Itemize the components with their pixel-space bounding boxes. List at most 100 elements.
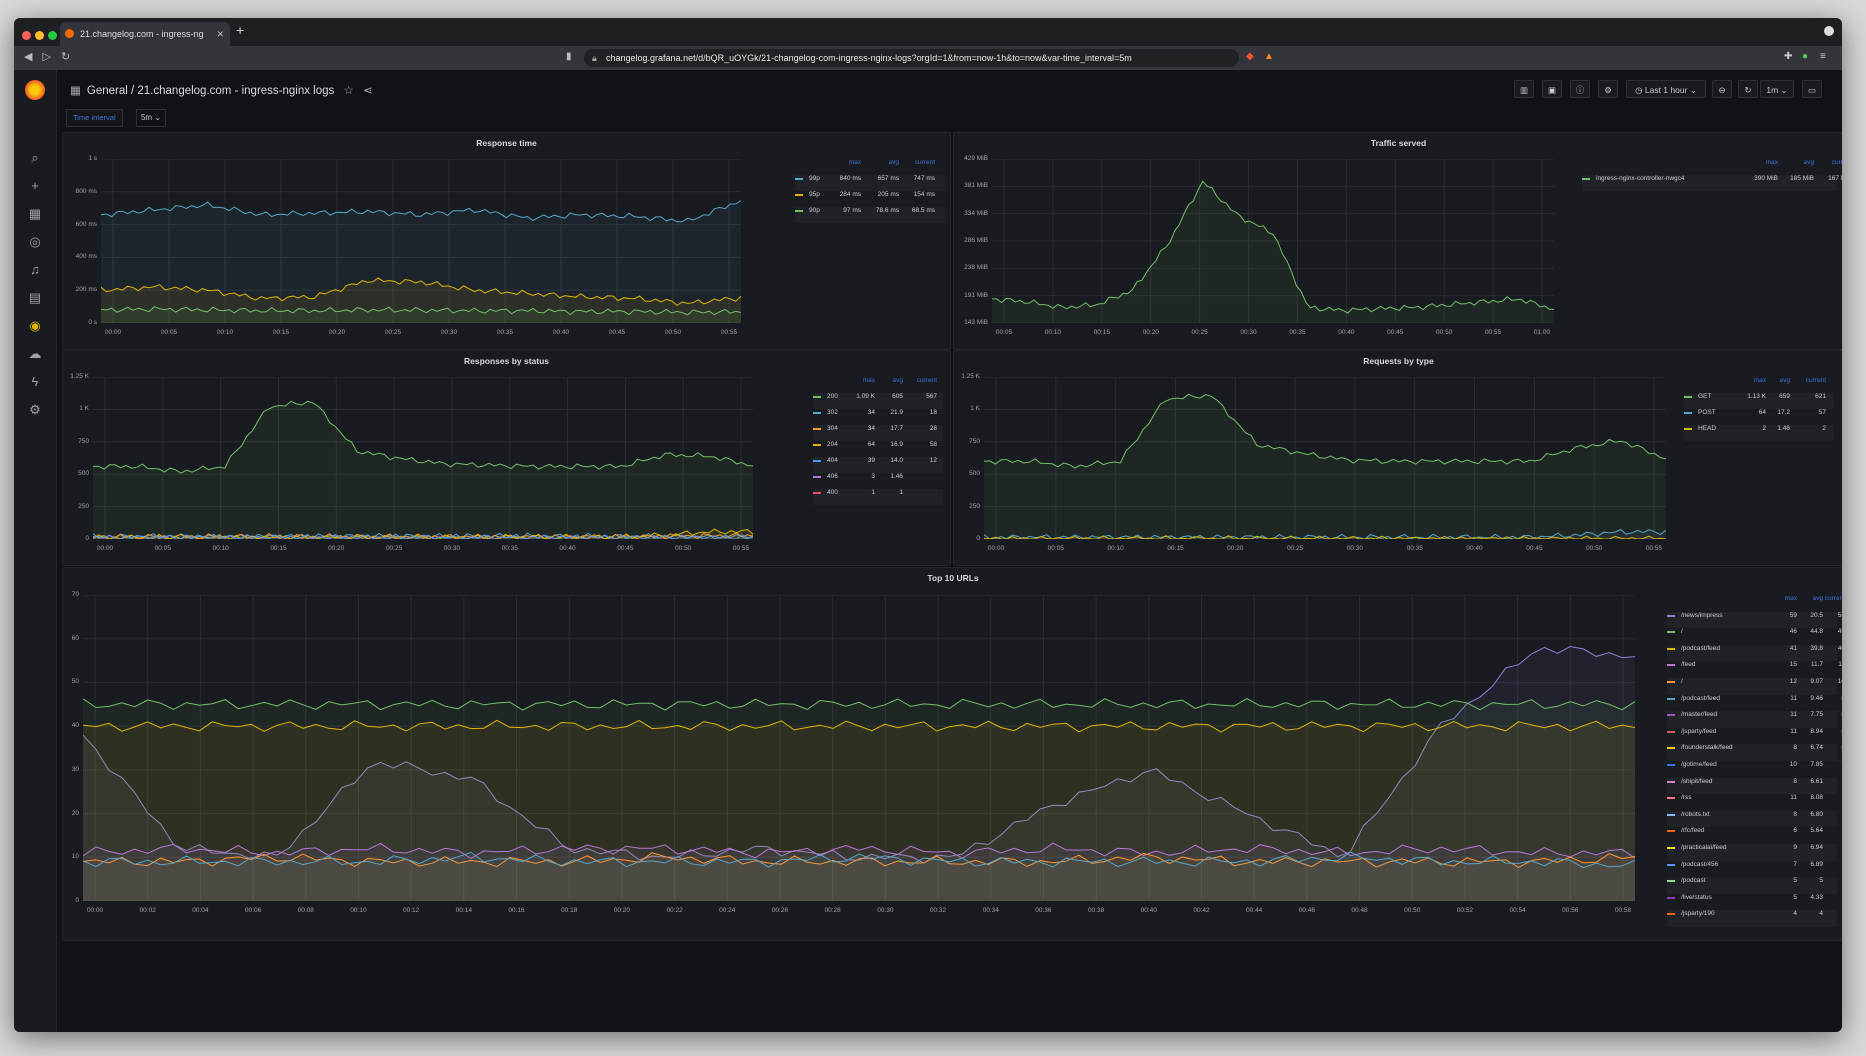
legend-row[interactable]: /robots.txt 8 6.80 — [1667, 810, 1837, 828]
legend-row[interactable]: /news/impress5920.556 — [1667, 611, 1842, 629]
legend-row[interactable]: /founderstalk/feed86.748 — [1667, 744, 1842, 761]
legend-row[interactable]: 404 39 14.0 12 — [813, 457, 943, 473]
legend-row[interactable]: /master/feed117.758 — [1667, 711, 1842, 728]
legend-row[interactable]: /live/status 5 4.33 — [1667, 894, 1837, 911]
share-icon[interactable]: ⋖ — [363, 85, 373, 97]
legend-header-current[interactable]: current — [1805, 595, 1842, 602]
time-picker[interactable]: ◷ Last 1 hour ⌄ — [1626, 80, 1706, 98]
legend-row[interactable]: 406 3 1.46 — [813, 473, 943, 489]
legend-row[interactable]: /podcast 5 5 — [1667, 877, 1837, 894]
refresh-interval-picker[interactable]: 1m ⌄ — [1760, 80, 1794, 98]
back-icon[interactable]: ◀ — [24, 51, 42, 63]
settings-gear-icon[interactable]: ⚙ — [27, 402, 43, 418]
close-tab-icon[interactable]: ✕ — [216, 22, 224, 46]
close-window-button[interactable] — [22, 31, 31, 40]
legend-series-name[interactable]: /live/status — [1681, 894, 1712, 901]
add-panel-icon[interactable]: ▥ — [1514, 80, 1534, 98]
legend-row[interactable]: HEAD 2 1.46 2 — [1684, 425, 1834, 441]
legend-header-avg[interactable]: avg — [859, 159, 899, 166]
legend-row[interactable]: /jsparty/feed118.948 — [1667, 728, 1842, 745]
browser-tab[interactable]: 21.changelog.com - ingress-ng ✕ — [60, 22, 230, 46]
legend-series-name[interactable]: /founderstalk/feed — [1681, 744, 1733, 751]
legend-row[interactable]: 95p 284 ms 205 ms 154 ms — [795, 191, 945, 207]
legend-series-name[interactable]: ingress-nginx-controller-nwgc4 — [1596, 175, 1685, 182]
bookmark-icon[interactable]: ▮ — [566, 51, 572, 62]
panel-title[interactable]: Requests by type — [954, 356, 1842, 366]
legend-row[interactable]: /podcast/456 7 6.89 — [1667, 861, 1837, 878]
alerting-icon[interactable]: ♫ — [27, 262, 43, 278]
legend-header-avg[interactable]: avg — [1774, 159, 1814, 166]
maximize-window-button[interactable] — [48, 31, 57, 40]
plot-area[interactable] — [101, 159, 741, 323]
legend-row[interactable]: 90p 97 ms 78.6 ms 68.5 ms — [795, 207, 945, 223]
forward-icon[interactable]: ▷ — [42, 51, 60, 63]
browser-menu-icon[interactable]: ≡ — [1820, 51, 1826, 62]
legend-row[interactable]: /4644.845 — [1667, 628, 1842, 645]
legend-row[interactable]: 400 1 1 — [813, 489, 943, 505]
legend-series-name[interactable]: /gotime/feed — [1681, 761, 1717, 768]
legend-row[interactable]: /feed1511.711 — [1667, 661, 1842, 678]
reports-icon[interactable]: ▤ — [27, 290, 43, 306]
plot-area[interactable] — [984, 377, 1666, 539]
lightning-icon[interactable]: ϟ — [27, 374, 43, 390]
legend-series-name[interactable]: GET — [1698, 393, 1711, 400]
legend-series-name[interactable]: /shipit/feed — [1681, 778, 1712, 785]
legend-row[interactable]: /podcast/feed119.468 — [1667, 695, 1842, 712]
legend-row[interactable]: /podcast/feed4139.840 — [1667, 644, 1842, 662]
create-icon[interactable]: + — [27, 178, 43, 194]
refresh-icon[interactable]: ↻ — [1738, 80, 1758, 98]
legend-row[interactable]: 99p 840 ms 657 ms 747 ms — [795, 175, 945, 191]
panel-title[interactable]: Traffic served — [954, 138, 1842, 148]
legend-series-name[interactable]: /podcast/feed — [1681, 645, 1720, 652]
legend-row[interactable]: /shipit/feed 8 6.61 — [1667, 777, 1837, 795]
panel-response-time[interactable]: Response time 1 s 800 ms 600 ms 400 ms 200 m… — [62, 132, 951, 350]
legend-series-name[interactable]: /robots.txt — [1681, 811, 1710, 818]
legend-series-name[interactable]: 90p — [809, 207, 820, 214]
legend-row[interactable]: 204 64 16.9 58 — [813, 441, 943, 457]
plot-area[interactable] — [992, 159, 1554, 323]
panel-requests-by-type[interactable]: Requests by type 1.25 K 1 K 750 500 250 0 00:0… — [953, 350, 1842, 566]
legend-series-name[interactable]: 95p — [809, 191, 820, 198]
legend-series-name[interactable]: POST — [1698, 409, 1716, 416]
time-interval-select[interactable]: 5m ⌄ — [136, 109, 166, 127]
legend-row[interactable]: /129.0710 — [1667, 678, 1842, 695]
panel-title[interactable]: Response time — [63, 138, 950, 148]
legend-series-name[interactable]: /rfc/feed — [1681, 827, 1704, 834]
panel-traffic-served[interactable]: Traffic served 429 MiB 381 MiB 334 MiB 286 … — [953, 132, 1842, 350]
new-tab-icon[interactable]: + — [236, 22, 244, 38]
legend-row[interactable]: /rfc/feed 6 5.64 — [1667, 827, 1837, 844]
info-icon[interactable]: ⓘ — [1570, 80, 1590, 98]
cloud-icon[interactable]: ◉ — [27, 318, 43, 334]
dashboards-icon[interactable]: ▦ — [27, 206, 43, 222]
upload-icon[interactable]: ☁ — [27, 346, 43, 362]
breadcrumb-folder[interactable]: General — [87, 85, 128, 97]
legend-series-name[interactable]: / — [1681, 678, 1683, 685]
profile-menu-icon[interactable] — [1824, 26, 1834, 36]
legend-header-max[interactable]: max — [821, 159, 861, 166]
legend-series-name[interactable]: /podcast/feed — [1681, 695, 1720, 702]
search-icon[interactable]: ⌕ — [27, 150, 43, 166]
legend-series-name[interactable]: / — [1681, 628, 1683, 635]
legend-row[interactable]: /jsparty/190 4 4 — [1667, 910, 1837, 927]
legend-series-name[interactable]: /jsparty/feed — [1681, 728, 1716, 735]
legend-header-current[interactable]: current — [895, 159, 935, 166]
legend-row[interactable]: 200 1.09 K 605 567 — [813, 393, 943, 409]
explore-icon[interactable]: ◎ — [27, 234, 43, 250]
plot-area[interactable] — [93, 377, 753, 539]
page-title[interactable]: / 21.changelog.com - ingress-nginx logs — [131, 85, 334, 97]
legend-row[interactable]: /practicalai/feed 9 6.94 — [1667, 844, 1837, 861]
legend-series-name[interactable]: /master/feed — [1681, 711, 1717, 718]
legend-header-avg[interactable]: avg — [1750, 377, 1790, 384]
brave-shield-icon[interactable]: ◆ — [1246, 51, 1254, 62]
legend-series-name[interactable]: /news/impress — [1681, 612, 1723, 619]
legend-row[interactable]: ingress-nginx-controller-nwgc4 390 MiB 185… — [1582, 175, 1842, 191]
legend-row[interactable]: 302 34 21.9 18 — [813, 409, 943, 425]
save-dashboard-icon[interactable]: ▣ — [1542, 80, 1562, 98]
grafana-logo-icon[interactable] — [25, 80, 45, 100]
legend-row[interactable]: GET 1.13 K 659 621 — [1684, 393, 1834, 409]
reload-icon[interactable]: ↻ — [61, 51, 80, 63]
legend-series-name[interactable]: /practicalai/feed — [1681, 844, 1727, 851]
minimize-window-button[interactable] — [35, 31, 44, 40]
url-field[interactable]: 🔒︎ changelog.grafana.net/d/bQR_uOYGk/21-c… — [584, 49, 1239, 67]
plot-area[interactable] — [83, 595, 1635, 901]
